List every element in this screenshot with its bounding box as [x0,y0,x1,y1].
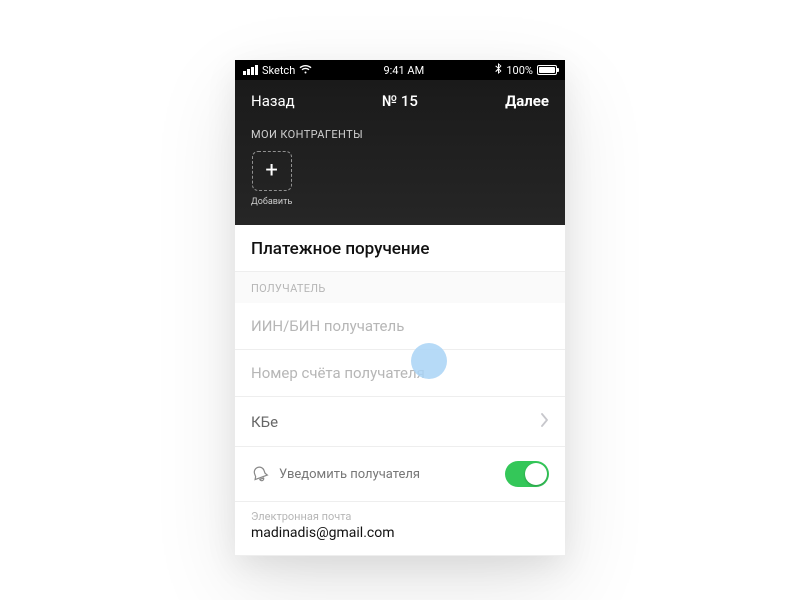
iin-bin-placeholder: ИИН/БИН получатель [251,317,404,335]
email-value: madinadis@gmail.com [251,525,549,541]
next-button[interactable]: Далее [505,92,549,110]
chevron-right-icon [541,411,549,432]
notify-row: Уведомить получателя [235,447,565,502]
status-time: 9:41 AM [383,64,424,77]
account-number-placeholder: Номер счёта получателя [251,364,425,382]
bell-icon [251,465,269,483]
status-left: Sketch [243,64,312,77]
email-caption: Электронная почта [251,510,549,523]
contragents-row: + Добавить [235,151,565,207]
kbe-label: КБе [251,413,278,431]
signal-icon [243,65,258,75]
payment-form: Платежное поручение ПОЛУЧАТЕЛЬ ИИН/БИН п… [235,225,565,556]
add-contragent-button[interactable]: + Добавить [251,151,292,207]
notify-label: Уведомить получателя [279,467,495,482]
battery-pct: 100% [506,64,533,77]
back-button[interactable]: Назад [251,92,295,110]
contragents-label: МОИ КОНТРАГЕНТЫ [235,120,565,151]
notify-toggle[interactable] [505,461,549,487]
page-title: № 15 [382,92,418,110]
plus-icon: + [252,151,292,191]
form-title: Платежное поручение [235,225,565,272]
nav-bar: Назад № 15 Далее [235,80,565,120]
iin-bin-field[interactable]: ИИН/БИН получатель [235,303,565,350]
carrier-label: Sketch [262,64,295,77]
battery-icon [537,65,557,75]
status-right: 100% [495,63,557,77]
phone-frame: Sketch 9:41 AM 100% Назад № 15 Далее МОИ… [235,60,565,556]
bluetooth-icon [495,63,502,77]
header: Назад № 15 Далее МОИ КОНТРАГЕНТЫ + Добав… [235,80,565,225]
email-field[interactable]: Электронная почта madinadis@gmail.com [235,502,565,556]
account-number-field[interactable]: Номер счёта получателя [235,350,565,397]
wifi-icon [299,64,312,77]
status-bar: Sketch 9:41 AM 100% [235,60,565,80]
add-contragent-label: Добавить [251,197,292,207]
recipient-section-label: ПОЛУЧАТЕЛЬ [235,272,565,303]
kbe-row[interactable]: КБе [235,397,565,447]
